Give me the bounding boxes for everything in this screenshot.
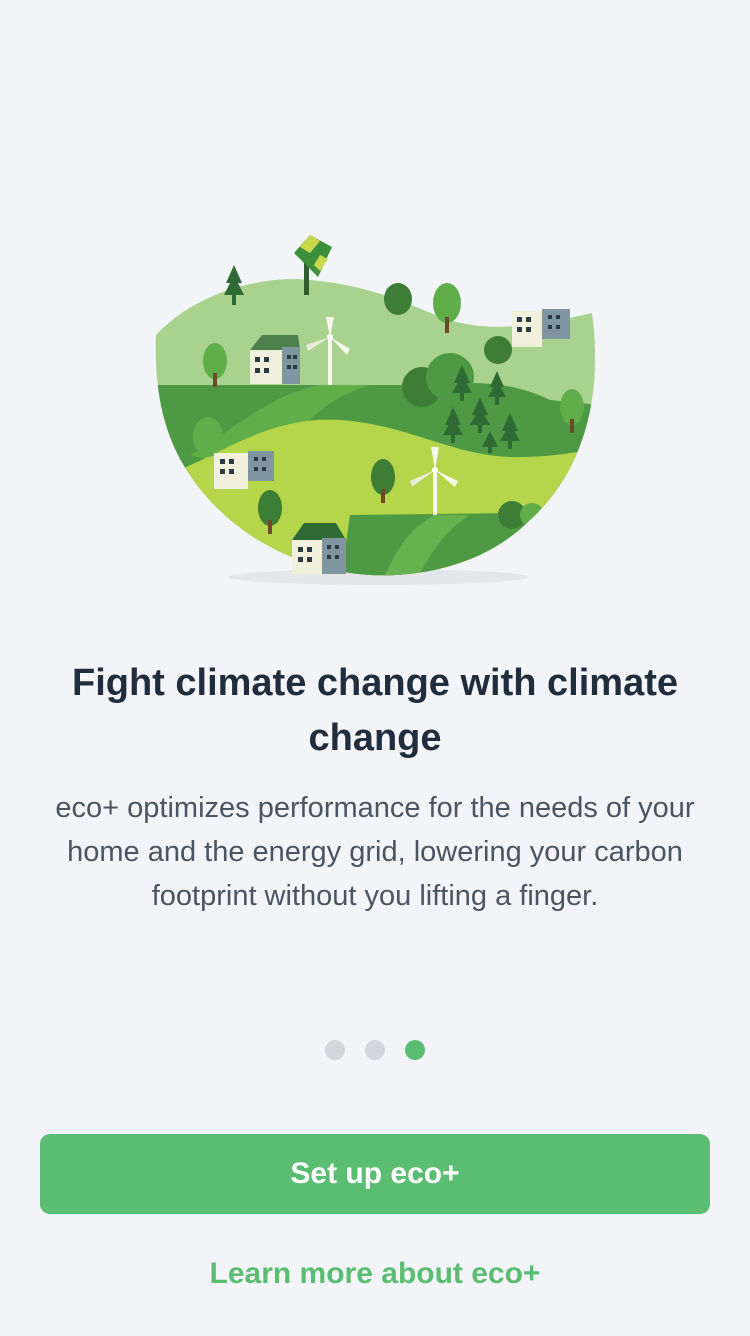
- page-indicator: [0, 1040, 750, 1060]
- setup-eco-plus-button[interactable]: Set up eco+: [40, 1134, 710, 1214]
- page-dot-2[interactable]: [365, 1040, 385, 1060]
- page-dot-3-active[interactable]: [405, 1040, 425, 1060]
- description: eco+ optimizes performance for the needs…: [55, 792, 695, 912]
- learn-more-link[interactable]: Learn more about eco+: [0, 1252, 750, 1296]
- eco-landscape-illustration: [155, 235, 596, 585]
- landscape-bowl: [155, 279, 596, 585]
- headline: Fight climate change with climate change: [71, 662, 678, 759]
- page-dot-1[interactable]: [325, 1040, 345, 1060]
- onboarding-screen: Fight climate change with climate change…: [0, 0, 750, 1336]
